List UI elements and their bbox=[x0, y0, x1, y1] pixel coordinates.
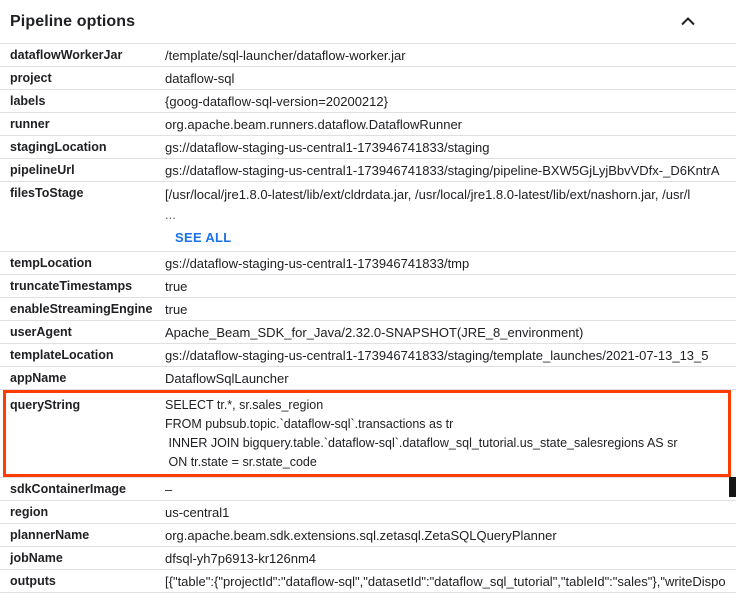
see-all-link[interactable]: SEE ALL bbox=[175, 230, 232, 245]
table-row: stagingLocation gs://dataflow-staging-us… bbox=[0, 136, 736, 159]
option-key: region bbox=[0, 505, 165, 519]
option-value: org.apache.beam.runners.dataflow.Dataflo… bbox=[165, 117, 736, 132]
option-value: gs://dataflow-staging-us-central1-173946… bbox=[165, 163, 736, 178]
scrollbar-thumb[interactable] bbox=[729, 477, 736, 497]
option-value: dataflow-sql bbox=[165, 71, 736, 86]
option-key: dataflowWorkerJar bbox=[0, 48, 165, 62]
query-line: INNER JOIN bigquery.table.`dataflow-sql`… bbox=[165, 434, 736, 453]
files-value-block: [/usr/local/jre1.8.0-latest/lib/ext/cldr… bbox=[165, 186, 736, 247]
table-row: pipelineUrl gs://dataflow-staging-us-cen… bbox=[0, 159, 736, 182]
option-value: – bbox=[165, 482, 736, 497]
option-value: Apache_Beam_SDK_for_Java/2.32.0-SNAPSHOT… bbox=[165, 325, 736, 340]
table-row: plannerName org.apache.beam.sdk.extensio… bbox=[0, 524, 736, 547]
query-line: SELECT tr.*, sr.sales_region bbox=[165, 396, 736, 415]
page-title: Pipeline options bbox=[10, 13, 135, 31]
option-value: /template/sql-launcher/dataflow-worker.j… bbox=[165, 48, 736, 63]
query-line: ON tr.state = sr.state_code bbox=[165, 453, 736, 472]
option-key: tempLocation bbox=[0, 256, 165, 270]
table-row: region us-central1 bbox=[0, 501, 736, 524]
option-key: sdkContainerImage bbox=[0, 482, 165, 496]
query-string-value: SELECT tr.*, sr.sales_region FROM pubsub… bbox=[165, 396, 736, 472]
option-key: labels bbox=[0, 94, 165, 108]
option-value: [{"table":{"projectId":"dataflow-sql","d… bbox=[165, 574, 736, 589]
option-key: filesToStage bbox=[0, 186, 165, 200]
collapse-button[interactable] bbox=[678, 12, 698, 32]
option-key: jobName bbox=[0, 551, 165, 565]
option-key: stagingLocation bbox=[0, 140, 165, 154]
table-row: sdkContainerImage – bbox=[0, 478, 736, 501]
option-value: gs://dataflow-staging-us-central1-173946… bbox=[165, 348, 736, 363]
option-value: {goog-dataflow-sql-version=20200212} bbox=[165, 94, 736, 109]
option-key: templateLocation bbox=[0, 348, 165, 362]
option-value: org.apache.beam.sdk.extensions.sql.zetas… bbox=[165, 528, 736, 543]
option-key: enableStreamingEngine bbox=[0, 302, 165, 316]
option-value: gs://dataflow-staging-us-central1-173946… bbox=[165, 256, 736, 271]
row-files-to-stage: filesToStage [/usr/local/jre1.8.0-latest… bbox=[0, 182, 736, 252]
option-key: project bbox=[0, 71, 165, 85]
table-row: enableStreamingEngine true bbox=[0, 298, 736, 321]
pipeline-options-panel: Pipeline options dataflowWorkerJar /temp… bbox=[0, 0, 736, 593]
panel-header: Pipeline options bbox=[0, 0, 736, 44]
option-value: true bbox=[165, 279, 736, 294]
table-row: runner org.apache.beam.runners.dataflow.… bbox=[0, 113, 736, 136]
table-row: project dataflow-sql bbox=[0, 67, 736, 90]
chevron-up-icon bbox=[681, 13, 695, 31]
option-value: DataflowSqlLauncher bbox=[165, 371, 736, 386]
query-line: FROM pubsub.topic.`dataflow-sql`.transac… bbox=[165, 415, 736, 434]
option-value: true bbox=[165, 302, 736, 317]
option-key: outputs bbox=[0, 574, 165, 588]
table-row: outputs [{"table":{"projectId":"dataflow… bbox=[0, 570, 736, 593]
option-key: truncateTimestamps bbox=[0, 279, 165, 293]
option-key: pipelineUrl bbox=[0, 163, 165, 177]
option-value: gs://dataflow-staging-us-central1-173946… bbox=[165, 140, 736, 155]
option-key: userAgent bbox=[0, 325, 165, 339]
option-key: plannerName bbox=[0, 528, 165, 542]
table-row: labels {goog-dataflow-sql-version=202002… bbox=[0, 90, 736, 113]
truncation-ellipsis: ... bbox=[165, 206, 736, 224]
option-value: us-central1 bbox=[165, 505, 736, 520]
table-row: jobName dfsql-yh7p6913-kr126nm4 bbox=[0, 547, 736, 570]
table-row: truncateTimestamps true bbox=[0, 275, 736, 298]
option-value: dfsql-yh7p6913-kr126nm4 bbox=[165, 551, 736, 566]
option-value: [/usr/local/jre1.8.0-latest/lib/ext/cldr… bbox=[165, 186, 736, 204]
table-row: templateLocation gs://dataflow-staging-u… bbox=[0, 344, 736, 367]
option-key: runner bbox=[0, 117, 165, 131]
option-key: queryString bbox=[0, 396, 165, 412]
row-query-string: queryString SELECT tr.*, sr.sales_region… bbox=[0, 390, 736, 478]
option-key: appName bbox=[0, 371, 165, 385]
table-row: tempLocation gs://dataflow-staging-us-ce… bbox=[0, 252, 736, 275]
table-row: dataflowWorkerJar /template/sql-launcher… bbox=[0, 44, 736, 67]
table-row: userAgent Apache_Beam_SDK_for_Java/2.32.… bbox=[0, 321, 736, 344]
table-row: appName DataflowSqlLauncher bbox=[0, 367, 736, 390]
